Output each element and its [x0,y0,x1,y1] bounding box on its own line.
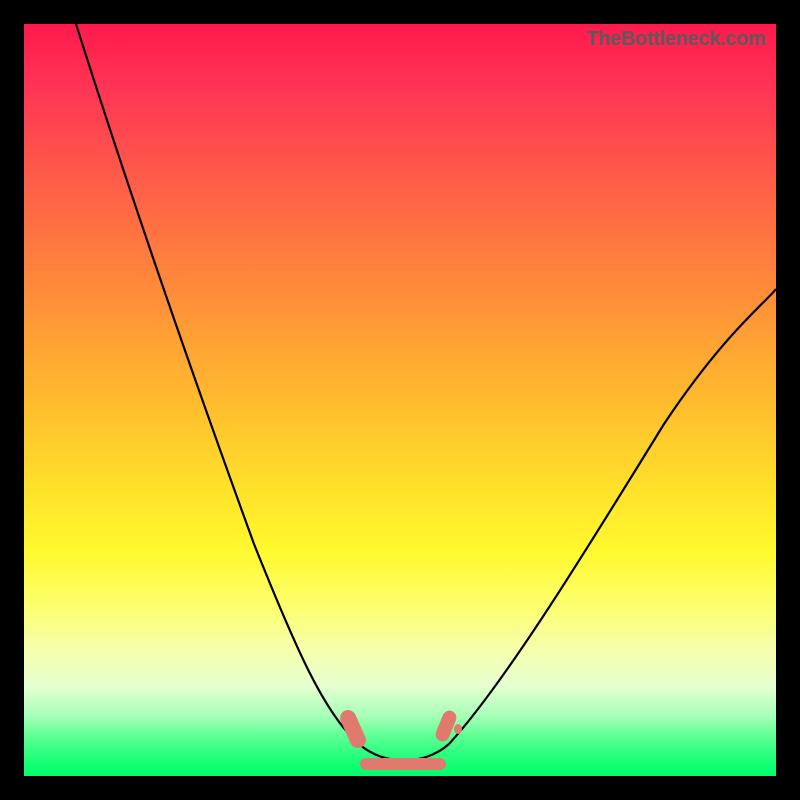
watermark-text: TheBottleneck.com [587,28,766,51]
plot-area: TheBottleneck.com [24,24,776,776]
marker-right-dot [454,724,462,734]
bottleneck-curve [24,24,776,776]
marker-left [338,707,369,750]
marker-bottom-bar [360,758,446,770]
